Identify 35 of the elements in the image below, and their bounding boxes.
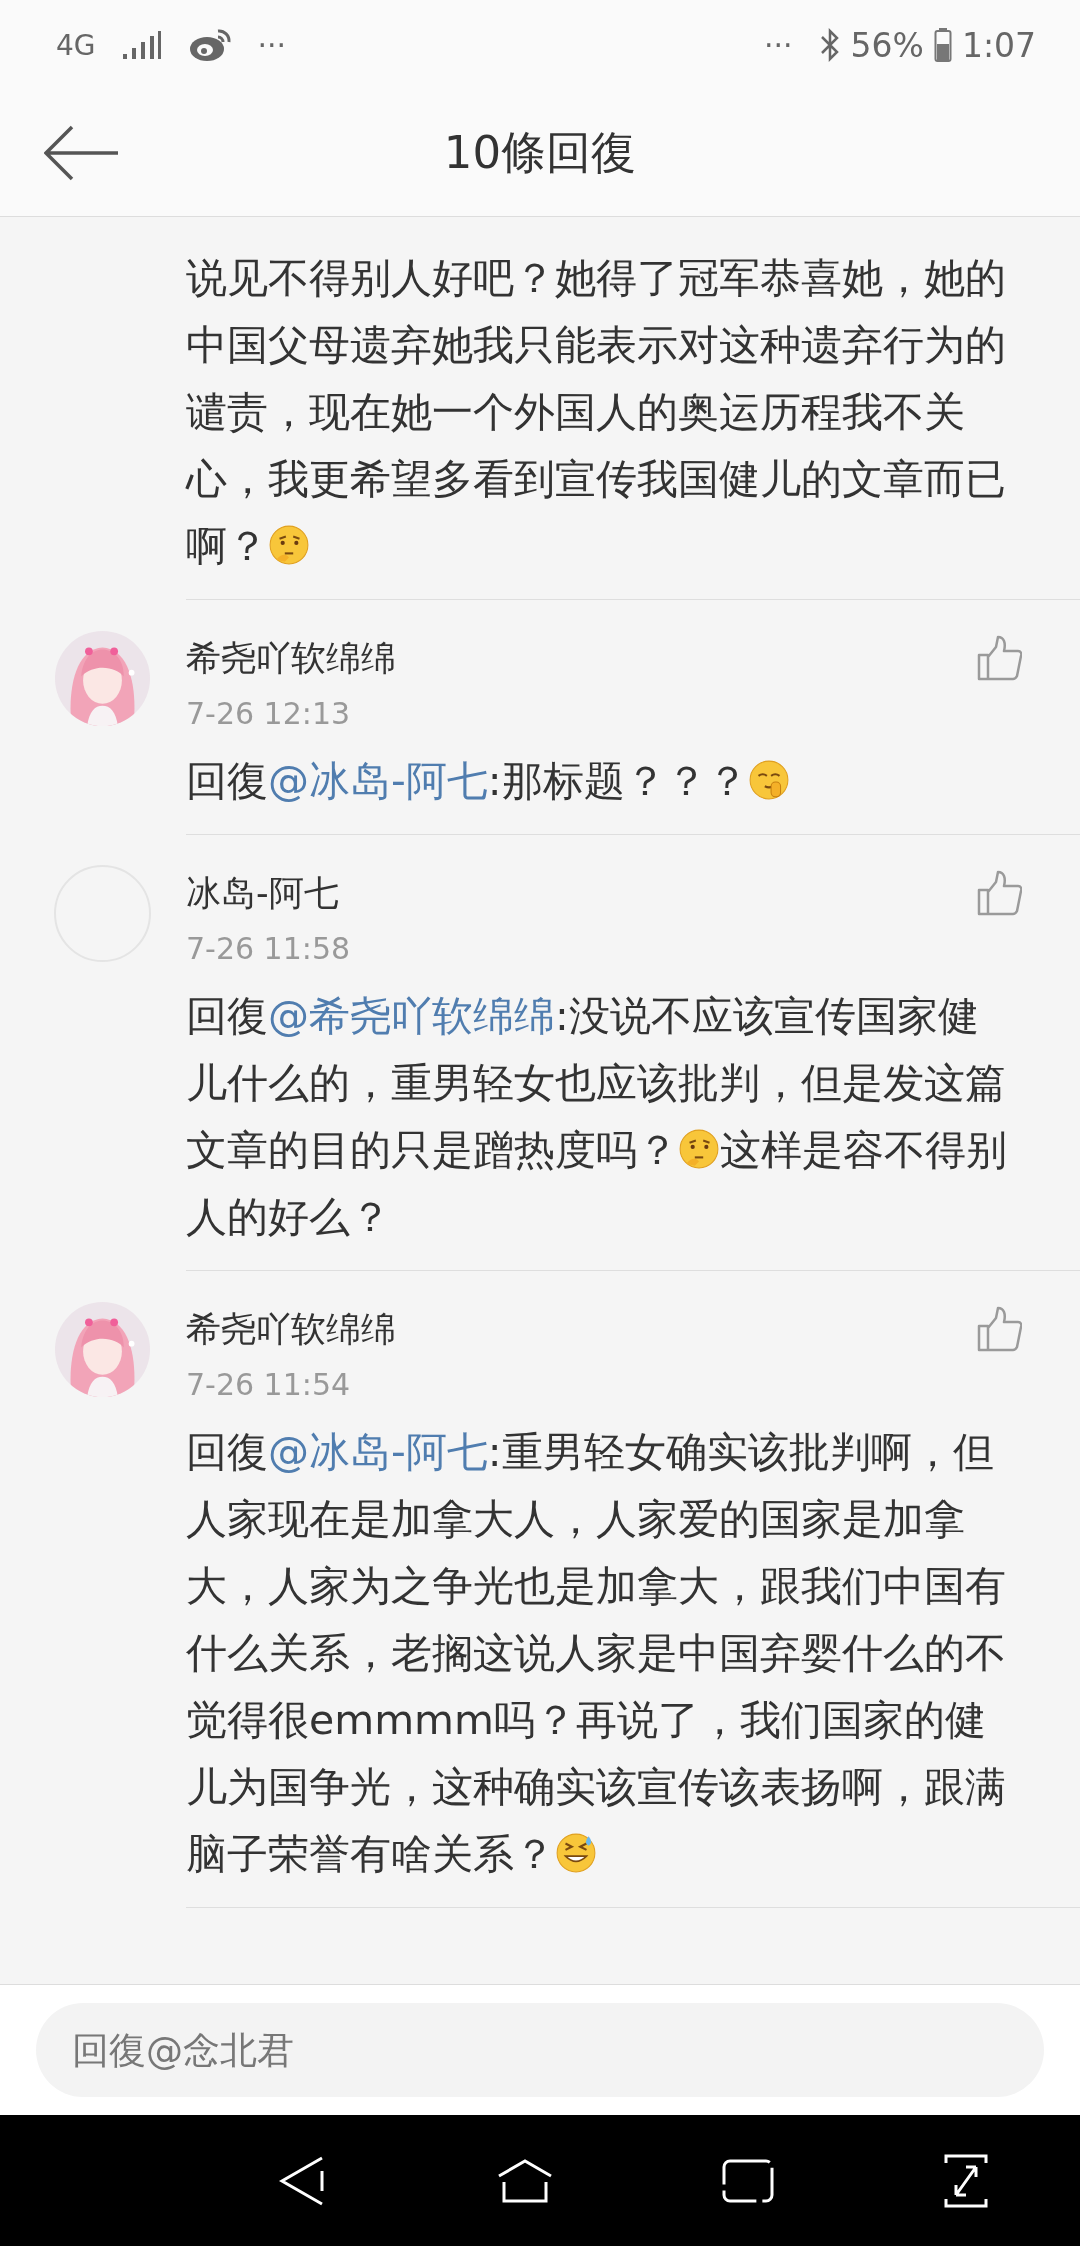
user-name[interactable]: 冰岛-阿七: [186, 869, 339, 917]
comment-time: 7-26 12:13: [186, 695, 352, 733]
back-arrow-icon[interactable]: [44, 125, 120, 181]
battery-percent: 56%: [850, 25, 924, 65]
mention-link[interactable]: @希尧吖软绵绵: [268, 992, 555, 1040]
mention-link[interactable]: @冰岛-阿七: [268, 757, 488, 805]
signal-icon: [121, 30, 162, 60]
thinking-face-icon: [268, 524, 310, 566]
thumbs-up-icon[interactable]: [976, 1306, 1022, 1352]
mention-link[interactable]: @冰岛-阿七: [268, 1428, 488, 1476]
expand-icon[interactable]: [942, 2152, 990, 2209]
thinking-face-icon: [678, 1128, 720, 1170]
thumbs-up-icon[interactable]: [976, 635, 1022, 681]
page-title: 10條回復: [443, 125, 637, 181]
reply-field[interactable]: 回復@念北君: [36, 2003, 1044, 2097]
weibo-icon: [187, 27, 232, 63]
more-notifications: ···: [763, 27, 793, 63]
thumbs-up-icon[interactable]: [976, 870, 1022, 916]
home-icon[interactable]: [496, 2157, 554, 2204]
network-type-icon: 4G: [56, 28, 96, 62]
clock: 1:07: [961, 25, 1036, 65]
user-name[interactable]: 希尧吖软绵绵: [186, 1305, 396, 1353]
shushing-face-icon: [747, 759, 790, 801]
recent-apps-icon[interactable]: [722, 2158, 774, 2203]
more-notifications: ···: [257, 27, 287, 63]
comment-text: 回復@冰岛-阿七:重男轻女确实该批判啊，但人家现在是加拿大人，人家爱的国家是加拿大，人家为之争光也是加拿大，跟我们中国有什么关系，老搁这说人家是中国弃婴什么的不觉得很emmmm吗？再说了，我们国家的健儿为国争光，这种确实该宣传该表扬啊，跟满脑子荣誉有啥关系？: [186, 1427, 1007, 1880]
bluetooth-icon: [818, 28, 841, 62]
comment-time: 7-26 11:58: [186, 930, 352, 968]
battery-icon: [933, 27, 952, 63]
comment-time: 7-26 11:54: [186, 1366, 352, 1404]
comment-text: 回復@冰岛-阿七:那标题？？？: [186, 748, 1018, 815]
comment-text: 回復@希尧吖软绵绵:没说不应该宣传国家健儿什么的，重男轻女也应该批判，但是发这篇文章的目的只是蹭热度吗？ 这样是容不得别人的好么？: [186, 991, 1008, 1243]
grinning-sweat-face-icon: [555, 1832, 597, 1874]
user-name[interactable]: 希尧吖软绵绵: [186, 634, 396, 682]
comment-text: 说见不得别人好吧？她得了冠军恭喜她，她的中国父母遗弃她我只能表示对这种遗弃行为的谴责，现在她一个外国人的奥运历程我不关心，我更希望多看到宣传我国健儿的文章而已啊？: [186, 253, 1007, 572]
